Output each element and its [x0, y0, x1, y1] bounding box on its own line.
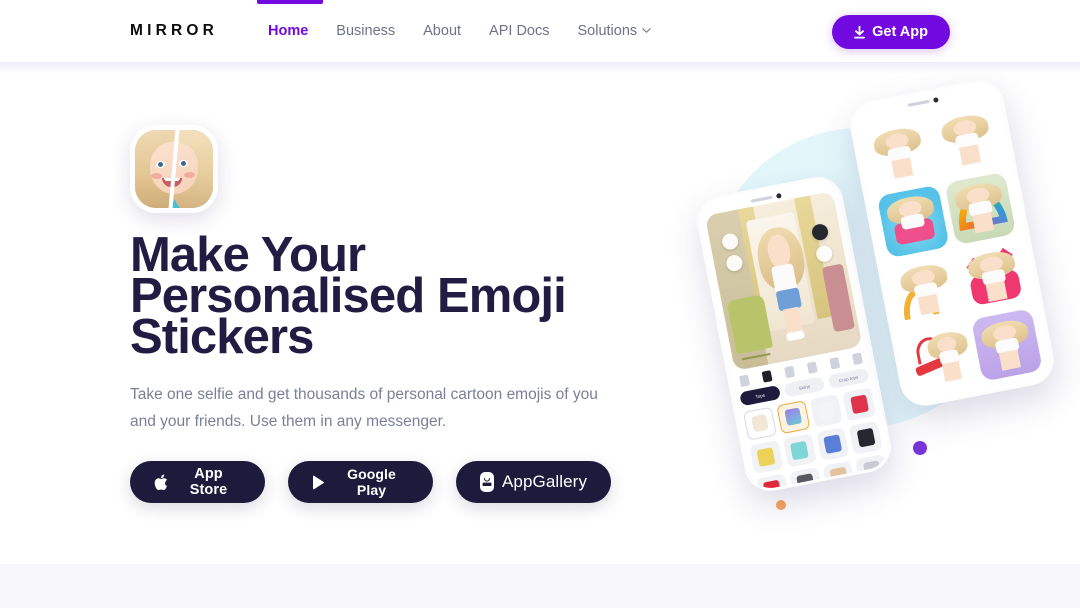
google-play-button[interactable]: Google Play — [288, 461, 433, 503]
clothing-grid — [742, 387, 889, 496]
google-play-label: Google Play — [347, 466, 396, 498]
page-title: Make Your Personalised Emoji Stickers — [130, 228, 567, 364]
site-header: MIRROR Home Business About API Docs Solu… — [0, 0, 1080, 62]
get-app-label: Get App — [872, 24, 928, 40]
clothing-item[interactable] — [749, 439, 784, 474]
clothing-item[interactable] — [742, 406, 777, 441]
nav-item-solutions[interactable]: Solutions — [577, 21, 651, 41]
sticker-item[interactable] — [957, 240, 1029, 313]
chip-shirts[interactable]: Shirts — [783, 376, 826, 398]
huawei-appgallery-icon — [479, 472, 494, 492]
split-face-avatar — [130, 125, 218, 213]
category-icon[interactable] — [829, 356, 841, 370]
category-icon[interactable] — [738, 374, 750, 387]
sticker-item[interactable] — [931, 103, 1003, 176]
main-navigation: Home Business About API Docs Solutions — [268, 21, 651, 41]
clothes-rack — [822, 263, 856, 333]
get-app-button[interactable]: Get App — [832, 15, 950, 49]
clothing-item[interactable] — [815, 426, 850, 461]
sticker-item[interactable] — [890, 253, 962, 326]
apple-icon — [154, 474, 168, 491]
hero-content: Make Your Personalised Emoji Stickers Ta… — [130, 125, 650, 503]
avatar-blush-left — [150, 172, 162, 179]
phone-notch — [907, 95, 942, 107]
clothing-item[interactable] — [848, 420, 883, 455]
orange-dot — [776, 500, 786, 510]
dressing-room-scene — [704, 191, 863, 371]
chip-tops[interactable]: Tops — [739, 384, 782, 407]
hero-subtitle: Take one selfie and get thousands of per… — [130, 386, 598, 430]
clothing-item[interactable] — [822, 460, 856, 494]
avatar-image — [135, 130, 213, 208]
sticker-item[interactable] — [943, 171, 1017, 245]
hero-section: Make Your Personalised Emoji Stickers Ta… — [0, 62, 1080, 564]
sticker-item[interactable] — [863, 116, 935, 189]
category-icon[interactable] — [806, 360, 818, 374]
sticker-item[interactable] — [876, 184, 950, 258]
app-store-label: App Store — [189, 466, 228, 498]
category-icon-active[interactable] — [761, 369, 773, 383]
chip-crop-tops[interactable]: Crop tops — [827, 367, 870, 390]
purple-dot — [913, 441, 927, 455]
nav-item-about[interactable]: About — [423, 21, 461, 41]
nav-item-solutions-label: Solutions — [577, 23, 638, 39]
store-buttons-row: App Store Google Play AppGallery — [130, 461, 650, 503]
google-play-icon — [312, 475, 326, 490]
clothing-item[interactable] — [855, 453, 889, 488]
speaker-slit — [907, 99, 930, 107]
camera-dot — [775, 192, 782, 199]
clothing-item[interactable] — [842, 387, 877, 422]
camera-dot — [932, 96, 939, 103]
app-store-button[interactable]: App Store — [130, 461, 265, 503]
app-gallery-label: AppGallery — [501, 472, 588, 491]
landing-page: MIRROR Home Business About API Docs Solu… — [0, 0, 1080, 608]
hero-artwork: Tops Shirts Crop tops — [692, 75, 1059, 550]
speaker-slit — [750, 195, 773, 203]
download-icon — [854, 25, 866, 39]
clothing-item[interactable] — [755, 472, 790, 496]
category-icon[interactable] — [851, 352, 863, 365]
sticker-item[interactable] — [903, 321, 975, 394]
sticker-item[interactable] — [970, 308, 1043, 382]
active-nav-indicator — [257, 0, 323, 4]
chevron-down-icon — [642, 26, 651, 35]
next-section-band — [0, 564, 1080, 608]
nav-item-business[interactable]: Business — [336, 21, 395, 41]
nav-item-home[interactable]: Home — [268, 21, 308, 41]
app-gallery-button[interactable]: AppGallery — [456, 461, 611, 503]
brand-logo[interactable]: MIRROR — [130, 22, 218, 40]
category-icon[interactable] — [784, 365, 796, 378]
clothing-item[interactable] — [788, 466, 823, 496]
header-shadow-strip — [0, 62, 1080, 74]
nav-item-api-docs[interactable]: API Docs — [489, 21, 549, 41]
clothing-item-selected[interactable] — [776, 400, 810, 434]
clothing-item[interactable] — [809, 393, 843, 428]
clothing-item[interactable] — [782, 433, 817, 468]
